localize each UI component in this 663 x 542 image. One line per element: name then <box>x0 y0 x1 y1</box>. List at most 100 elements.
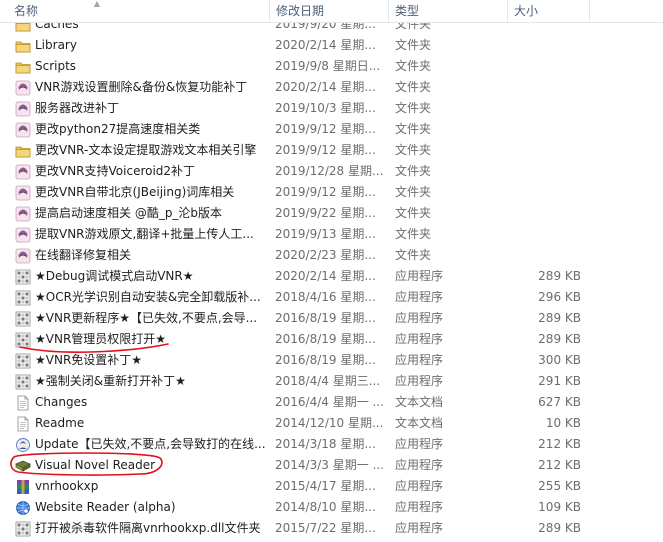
file-row[interactable]: ★强制关闭&重新打开补丁★ 2018/4/4 星期三... 应用程序 291 KB <box>0 371 663 392</box>
file-type: 应用程序 <box>395 458 444 472</box>
file-size <box>513 77 581 98</box>
file-name: ★强制关闭&重新打开补丁★ <box>35 374 186 388</box>
app-icon <box>15 311 31 327</box>
folder-icon <box>15 59 31 75</box>
file-size: 291 KB <box>538 374 581 388</box>
column-header-date[interactable]: 修改日期 <box>269 0 387 22</box>
file-date: 2014/8/10 星期... <box>275 500 376 514</box>
file-date: 2014/3/18 星期... <box>275 437 376 451</box>
file-name: 服务器改进补丁 <box>35 101 120 115</box>
file-date: 2019/10/3 星期... <box>275 101 376 115</box>
file-type: 文本文档 <box>395 395 444 409</box>
file-size: 289 KB <box>538 269 581 283</box>
column-header-type[interactable]: 类型 <box>388 0 506 22</box>
file-date: 2016/8/19 星期... <box>275 353 376 367</box>
file-size <box>513 224 581 245</box>
folder-icon <box>15 38 31 54</box>
file-row[interactable]: Scripts 2019/9/8 星期日... 文件夹 <box>0 56 663 77</box>
file-row[interactable]: Changes 2016/4/4 星期一 ... 文本文档 627 KB <box>0 392 663 413</box>
file-row[interactable]: Readme 2014/12/10 星期... 文本文档 10 KB <box>0 413 663 434</box>
file-name: 更改VNR-文本设定提取游戏文本相关引擎 <box>35 143 257 157</box>
anime-girl-folder-icon <box>15 101 31 117</box>
file-date: 2019/12/28 星期... <box>275 164 384 178</box>
file-type: 文件夹 <box>395 185 432 199</box>
column-header-size[interactable]: 大小 <box>507 0 589 22</box>
file-date: 2018/4/16 星期... <box>275 290 376 304</box>
file-type: 文本文档 <box>395 416 444 430</box>
file-size <box>513 182 581 203</box>
file-name: Website Reader (alpha) <box>35 500 176 514</box>
anime-girl-folder-icon <box>15 206 31 222</box>
file-row[interactable]: 在线翻译修复相关 2020/2/23 星期... 文件夹 <box>0 245 663 266</box>
file-size <box>513 35 581 56</box>
file-name: Library <box>35 38 77 52</box>
file-date: 2020/2/14 星期... <box>275 38 376 52</box>
file-size <box>513 119 581 140</box>
anime-girl-folder-icon <box>15 122 31 138</box>
file-name: 更改VNR支持Voiceroid2补丁 <box>35 164 196 178</box>
file-date: 2015/7/22 星期... <box>275 521 376 535</box>
app-icon <box>15 374 31 390</box>
file-name: 打开被杀毒软件隔离vnrhookxp.dll文件夹 <box>35 521 261 535</box>
file-row[interactable]: ★Debug调试模式启动VNR★ 2020/2/14 星期... 应用程序 289 K… <box>0 266 663 287</box>
file-size: 255 KB <box>538 479 581 493</box>
file-row[interactable]: vnrhookxp 2015/4/17 星期... 应用程序 255 KB <box>0 476 663 497</box>
file-type: 文件夹 <box>395 227 432 241</box>
file-row[interactable]: 更改VNR-文本设定提取游戏文本相关引擎 2019/9/12 星期... 文件夹 <box>0 140 663 161</box>
file-row[interactable]: Visual Novel Reader 2014/3/3 星期一 ... 应用程序 2… <box>0 455 663 476</box>
file-size <box>513 203 581 224</box>
anime-girl-folder-icon <box>15 185 31 201</box>
app-icon <box>15 269 31 285</box>
file-date: 2019/9/22 星期... <box>275 206 376 220</box>
file-name: Update【已失效,不要点,会导致打的在线... <box>35 437 266 451</box>
file-size: 627 KB <box>538 395 581 409</box>
file-row[interactable]: ★OCR光学识别自动安装&完全卸载版补... 2018/4/16 星期... 应用程… <box>0 287 663 308</box>
file-row[interactable]: 提高启动速度相关 @酷_p_沦b版本 2019/9/22 星期... 文件夹 <box>0 203 663 224</box>
file-date: 2018/4/4 星期三... <box>275 374 381 388</box>
file-name: ★VNR更新程序★【已失效,不要点,会导... <box>35 311 258 325</box>
file-date: 2016/4/4 星期一 ... <box>275 395 384 409</box>
file-row[interactable]: 更改VNR自带北京(JBeijing)词库相关 2019/9/12 星期... 文件… <box>0 182 663 203</box>
file-row[interactable]: Update【已失效,不要点,会导致打的在线... 2014/3/18 星期...… <box>0 434 663 455</box>
column-header-name[interactable]: 名称 <box>8 0 268 22</box>
file-row[interactable]: 打开被杀毒软件隔离vnrhookxp.dll文件夹 2015/7/22 星期...… <box>0 518 663 539</box>
file-row[interactable]: ★VNR管理员权限打开★ 2016/8/19 星期... 应用程序 289 KB <box>0 329 663 350</box>
anime-girl-folder-icon <box>15 227 31 243</box>
anime-girl-folder-icon <box>15 80 31 96</box>
file-size: 289 KB <box>538 332 581 346</box>
app-icon <box>15 353 31 369</box>
file-size: 289 KB <box>538 311 581 325</box>
file-date: 2016/8/19 星期... <box>275 311 376 325</box>
file-row[interactable]: 提取VNR游戏原文,翻译+批量上传人工... 2019/9/13 星期... 文件夹 <box>0 224 663 245</box>
file-type: 应用程序 <box>395 290 444 304</box>
file-size <box>513 56 581 77</box>
file-type: 文件夹 <box>395 143 432 157</box>
file-type: 文件夹 <box>395 248 432 262</box>
file-date: 2019/9/8 星期日... <box>275 59 381 73</box>
file-date: 2019/9/13 星期... <box>275 227 376 241</box>
file-name: 在线翻译修复相关 <box>35 248 132 262</box>
file-size <box>513 161 581 182</box>
file-row[interactable]: Website Reader (alpha) 2014/8/10 星期... 应用程… <box>0 497 663 518</box>
file-row[interactable]: 更改VNR支持Voiceroid2补丁 2019/12/28 星期... 文件夹 <box>0 161 663 182</box>
file-name: vnrhookxp <box>35 479 99 493</box>
file-name: ★VNR管理员权限打开★ <box>35 332 167 346</box>
file-name: ★VNR免设置补丁★ <box>35 353 143 367</box>
file-row[interactable]: 更改python27提高速度相关类 2019/9/12 星期... 文件夹 <box>0 119 663 140</box>
winrar-icon <box>15 479 31 495</box>
file-type: 应用程序 <box>395 374 444 388</box>
file-date: 2020/2/23 星期... <box>275 248 376 262</box>
file-date: 2015/4/17 星期... <box>275 479 376 493</box>
file-size: 212 KB <box>538 458 581 472</box>
file-type: 应用程序 <box>395 353 444 367</box>
file-type: 文件夹 <box>395 80 432 94</box>
globe-app-icon <box>15 500 31 516</box>
file-row[interactable]: ★VNR更新程序★【已失效,不要点,会导... 2016/8/19 星期... 应用… <box>0 308 663 329</box>
file-row[interactable]: 服务器改进补丁 2019/10/3 星期... 文件夹 <box>0 98 663 119</box>
file-row[interactable]: Library 2020/2/14 星期... 文件夹 <box>0 35 663 56</box>
file-type: 应用程序 <box>395 479 444 493</box>
app-icon <box>15 290 31 306</box>
file-row[interactable]: ★VNR免设置补丁★ 2016/8/19 星期... 应用程序 300 KB <box>0 350 663 371</box>
file-type: 文件夹 <box>395 101 432 115</box>
file-row[interactable]: VNR游戏设置删除&备份&恢复功能补丁 2020/2/14 星期... 文件夹 <box>0 77 663 98</box>
